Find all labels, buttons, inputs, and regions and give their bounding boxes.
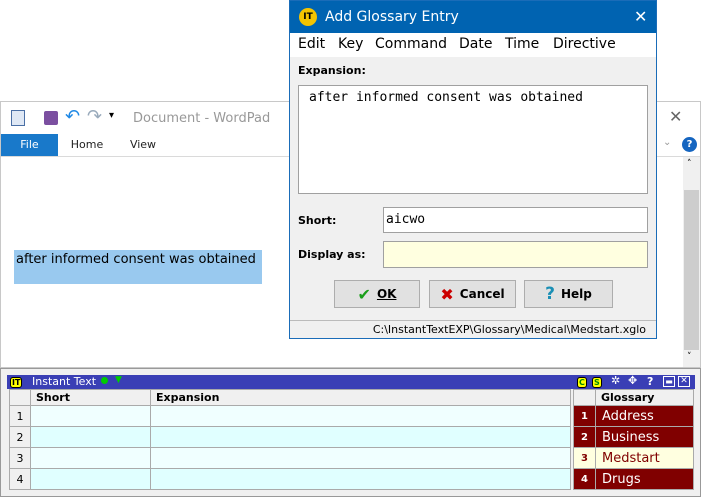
menu-directive[interactable]: Directive xyxy=(553,36,616,52)
short-label: Short: xyxy=(298,214,337,227)
menu-command[interactable]: Command xyxy=(375,36,447,52)
glossary-list: Glossary 1 Address 2 Business 3 Medstart 4D… xyxy=(573,389,694,490)
tab-view[interactable]: View xyxy=(118,134,168,156)
close-icon[interactable]: ✕ xyxy=(634,7,647,26)
vertical-scrollbar[interactable]: ˄ ˅ xyxy=(683,157,700,367)
expansion-textarea[interactable]: after informed consent was obtained xyxy=(298,85,648,194)
close-icon[interactable]: ✕ xyxy=(669,107,682,126)
help-button[interactable]: ? Help xyxy=(524,280,613,308)
instant-text-logo-icon: IT xyxy=(299,8,317,26)
menu-date[interactable]: Date xyxy=(459,36,492,52)
dialog-menu-bar: Edit Key Command Date Time Directive xyxy=(290,33,656,57)
panel-title: Instant Text xyxy=(32,375,97,388)
glossary-item-business[interactable]: 2 Business xyxy=(573,426,694,448)
scroll-up-icon[interactable]: ˄ xyxy=(687,159,692,169)
instant-text-title-bar: IT Instant Text ▼ C S ✲ ✥ ? ▬ ✕ xyxy=(7,374,695,389)
dropdown-arrow-icon[interactable]: ▼ xyxy=(115,375,122,385)
menu-time[interactable]: Time xyxy=(505,36,539,52)
glossary-item-medstart[interactable]: 3 Medstart xyxy=(573,447,694,469)
status-dot-icon xyxy=(101,377,108,384)
dialog-title: Add Glossary Entry xyxy=(325,9,459,25)
wordpad-app-icon xyxy=(11,110,25,126)
s-button[interactable]: S xyxy=(592,377,602,388)
glossary-header: Glossary xyxy=(595,389,694,406)
glossary-item-drugs[interactable]: 4 Drugs xyxy=(573,468,694,490)
scrollbar-thumb[interactable] xyxy=(684,190,699,350)
x-icon: ✖ xyxy=(440,284,454,304)
glossary-item-address[interactable]: 1 Address xyxy=(573,405,694,427)
checkmark-icon: ✔ xyxy=(357,284,371,304)
tab-file[interactable]: File xyxy=(1,134,58,156)
minimize-icon[interactable]: ▬ xyxy=(663,376,675,387)
glossary-path-status: C:\InstantTextEXP\Glossary\Medical\Medst… xyxy=(290,320,656,338)
help-icon[interactable]: ? xyxy=(682,137,697,152)
menu-edit[interactable]: Edit xyxy=(298,36,325,52)
menu-key[interactable]: Key xyxy=(338,36,363,52)
instant-text-panel: IT Instant Text ▼ C S ✲ ✥ ? ▬ ✕ Short Exp… xyxy=(0,368,701,497)
redo-icon[interactable]: ↷ xyxy=(87,106,102,127)
short-input[interactable]: aicwo xyxy=(383,207,648,233)
display-as-label: Display as: xyxy=(298,248,366,261)
table-row[interactable]: 2 xyxy=(9,426,571,448)
question-icon: ? xyxy=(545,284,555,304)
table-row[interactable]: 3 xyxy=(9,447,571,469)
tab-home[interactable]: Home xyxy=(61,134,113,156)
add-glossary-dialog: IT Add Glossary Entry ✕ Edit Key Command… xyxy=(289,0,657,339)
close-icon[interactable]: ✕ xyxy=(678,376,690,387)
c-button[interactable]: C xyxy=(577,377,587,388)
dialog-title-bar: IT Add Glossary Entry ✕ xyxy=(290,1,656,33)
help-icon[interactable]: ? xyxy=(647,375,653,388)
table-row[interactable]: 1 xyxy=(9,405,571,427)
move-icon[interactable]: ✥ xyxy=(628,374,637,387)
settings-icon[interactable]: ✲ xyxy=(611,374,620,387)
selected-document-text[interactable]: after informed consent was obtained xyxy=(14,250,262,284)
undo-icon[interactable]: ↶ xyxy=(65,106,80,127)
expansion-grid: Short Expansion 1 2 3 4 xyxy=(9,389,571,490)
window-title: Document - WordPad xyxy=(133,111,271,126)
ribbon-collapse-icon[interactable]: ⌄ xyxy=(663,137,671,148)
scroll-down-icon[interactable]: ˅ xyxy=(687,352,692,362)
instant-text-logo-icon: IT xyxy=(10,377,23,388)
ok-button[interactable]: ✔ OK xyxy=(334,280,420,308)
customize-toolbar-icon[interactable]: ▾ xyxy=(109,110,114,121)
display-as-input[interactable] xyxy=(383,241,648,268)
table-row[interactable]: 4 xyxy=(9,468,571,490)
cancel-button[interactable]: ✖ Cancel xyxy=(429,280,516,308)
save-icon[interactable] xyxy=(44,111,58,125)
column-expansion: Expansion xyxy=(150,389,571,406)
expansion-label: Expansion: xyxy=(298,64,366,77)
column-short: Short xyxy=(30,389,151,406)
